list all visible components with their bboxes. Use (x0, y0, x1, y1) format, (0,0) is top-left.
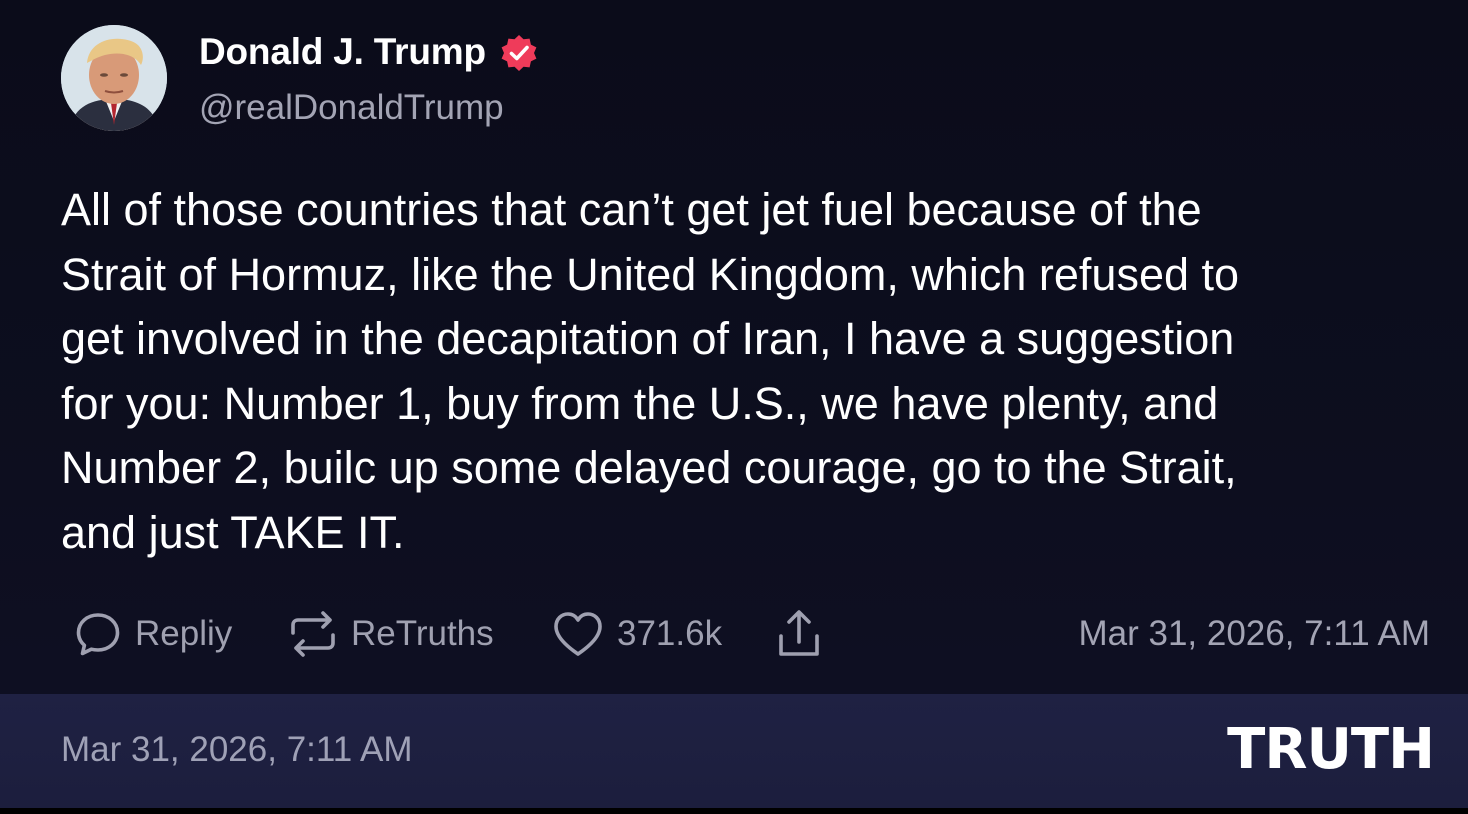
retruth-arrows-icon (287, 609, 339, 659)
author-avatar[interactable] (61, 25, 167, 131)
bottom-edge-divider (0, 808, 1468, 814)
reply-label: Repliy (135, 614, 233, 653)
post-timestamp[interactable]: Mar 31, 2026, 7:11 AM (1078, 608, 1430, 660)
post-text-line: Strait of Hormuz, like the United Kingdo… (61, 248, 1240, 300)
share-button[interactable] (776, 608, 834, 660)
avatar-portrait-icon (61, 25, 167, 131)
retruth-button[interactable]: ReTruths (287, 608, 494, 660)
speech-bubble-icon (73, 609, 123, 659)
like-button[interactable]: 371.6k (551, 608, 722, 660)
heart-icon (551, 609, 605, 659)
retruth-label: ReTruths (351, 614, 494, 653)
reply-button[interactable]: Repliy (73, 608, 232, 660)
post-text-line: and just TAKE IT. (61, 506, 405, 558)
author-handle[interactable]: @realDonaldTrump (199, 86, 504, 130)
like-count: 371.6k (617, 614, 723, 653)
post-text-line: All of those countries that can’t get je… (61, 184, 1202, 235)
truth-brand-logo: TRUTH (1227, 717, 1435, 782)
post-text: All of those countries that can’t get je… (61, 178, 1421, 565)
post-text-line: for you: Number 1, buy from the U.S., we… (61, 377, 1219, 429)
footer-timestamp: Mar 31, 2026, 7:11 AM (61, 730, 413, 769)
author-display-name[interactable]: Donald J. Trump (199, 30, 486, 74)
verified-badge-icon (501, 35, 537, 71)
post-text-line: Number 2, builc up some delayed courage,… (61, 442, 1237, 493)
share-icon (776, 608, 822, 660)
footer-bar: Mar 31, 2026, 7:11 AM TRUTH (0, 694, 1468, 808)
post-text-line: get involved in the decapitation of Iran… (61, 313, 1235, 364)
truth-post-card: Donald J. Trump @realDonaldTrump All of … (0, 0, 1468, 814)
